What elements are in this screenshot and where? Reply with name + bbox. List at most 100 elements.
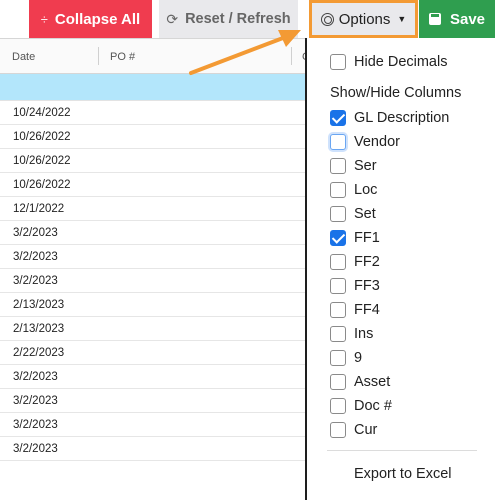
column-option-label: Ser (354, 158, 377, 174)
grid-header: Date PO # G (0, 38, 306, 74)
collapse-all-button[interactable]: ÷ Collapse All (29, 0, 152, 38)
column-checkbox[interactable] (330, 134, 346, 150)
column-option-label: Vendor (354, 134, 400, 150)
date-cell: 10/26/2022 (13, 130, 71, 143)
column-option-label: Cur (354, 422, 378, 438)
column-checkbox[interactable] (330, 302, 346, 318)
table-row[interactable]: 3/2/2023 (0, 389, 306, 413)
date-cell: 10/26/2022 (13, 154, 71, 167)
column-checkbox[interactable] (330, 350, 346, 366)
target-icon (320, 12, 334, 26)
column-separator[interactable] (98, 47, 99, 65)
date-cell: 3/2/2023 (13, 418, 58, 431)
hide-decimals-label: Hide Decimals (354, 54, 448, 70)
column-option-gl-description[interactable]: GL Description (330, 109, 449, 127)
table-row[interactable]: 3/2/2023 (0, 221, 306, 245)
column-checkbox[interactable] (330, 230, 346, 246)
table-row[interactable]: 10/26/2022 (0, 173, 306, 197)
save-icon (428, 13, 441, 25)
table-row[interactable]: 2/13/2023 (0, 317, 306, 341)
date-cell: 2/22/2023 (13, 346, 65, 359)
column-option-asset[interactable]: Asset (330, 373, 390, 391)
column-checkbox[interactable] (330, 374, 346, 390)
save-button[interactable]: Save (419, 0, 495, 38)
toolbar: ÷ Collapse All ⟳ Reset / Refresh Options… (0, 0, 499, 38)
export-to-excel-option[interactable]: Export to Excel (354, 466, 452, 482)
column-checkbox[interactable] (330, 182, 346, 198)
options-button[interactable]: Options ▼ (309, 0, 418, 38)
column-header-po[interactable]: PO # (110, 51, 135, 63)
table-row[interactable]: 3/2/2023 (0, 365, 306, 389)
table-row[interactable]: 3/2/2023 (0, 413, 306, 437)
grid-rows: 10/24/2022 10/26/2022 10/26/2022 10/26/2022… (0, 101, 306, 461)
column-checkbox[interactable] (330, 254, 346, 270)
save-label: Save (449, 10, 486, 28)
data-grid: Date PO # G 10/24/2022 10/26/2022 10/26/20… (0, 38, 306, 500)
column-checkbox[interactable] (330, 398, 346, 414)
column-checkbox[interactable] (330, 422, 346, 438)
hide-decimals-option[interactable]: Hide Decimals (330, 53, 447, 71)
column-option-label: FF1 (354, 230, 380, 246)
column-option-label: Asset (354, 374, 391, 390)
show-hide-columns-heading: Show/Hide Columns (330, 85, 462, 101)
column-option-label: FF4 (354, 302, 380, 318)
column-option-set[interactable]: Set (330, 205, 376, 223)
column-option-doc[interactable]: Doc # (330, 397, 392, 415)
date-cell: 2/13/2023 (13, 322, 65, 335)
table-row[interactable]: 12/1/2022 (0, 197, 306, 221)
selected-row[interactable] (0, 74, 306, 101)
table-row[interactable]: 10/26/2022 (0, 125, 306, 149)
date-cell: 3/2/2023 (13, 250, 58, 263)
refresh-icon: ⟳ (166, 10, 179, 27)
date-cell: 12/1/2022 (13, 202, 65, 215)
options-dropdown: Hide Decimals Show/Hide Columns GL Descr… (307, 38, 499, 500)
caret-down-icon: ▼ (397, 14, 407, 24)
column-option-label: Ins (354, 326, 374, 342)
column-option-ff4[interactable]: FF4 (330, 301, 380, 319)
table-row[interactable]: 10/24/2022 (0, 101, 306, 125)
collapse-icon: ÷ (40, 11, 48, 27)
reset-refresh-button[interactable]: ⟳ Reset / Refresh (159, 0, 298, 38)
date-cell: 3/2/2023 (13, 274, 58, 287)
column-option-ff2[interactable]: FF2 (330, 253, 380, 271)
column-checkbox[interactable] (330, 278, 346, 294)
column-option-ser[interactable]: Ser (330, 157, 377, 175)
column-option-vendor[interactable]: Vendor (330, 133, 400, 151)
column-option-label: GL Description (354, 110, 450, 126)
options-label: Options (338, 10, 391, 28)
column-header-date[interactable]: Date (12, 51, 35, 63)
column-checkbox[interactable] (330, 326, 346, 342)
date-cell: 3/2/2023 (13, 226, 58, 239)
column-option-loc[interactable]: Loc (330, 181, 377, 199)
table-row[interactable]: 3/2/2023 (0, 437, 306, 461)
table-row[interactable]: 3/2/2023 (0, 269, 306, 293)
column-option-cur[interactable]: Cur (330, 421, 377, 439)
column-option-label: 9 (354, 350, 363, 366)
hide-decimals-checkbox[interactable] (330, 54, 346, 70)
column-option-ff3[interactable]: FF3 (330, 277, 380, 295)
column-option-label: Doc # (354, 398, 392, 414)
table-row[interactable]: 10/26/2022 (0, 149, 306, 173)
date-cell: 3/2/2023 (13, 442, 58, 455)
column-separator[interactable] (291, 47, 292, 65)
date-cell: 10/24/2022 (13, 106, 71, 119)
date-cell: 3/2/2023 (13, 370, 58, 383)
column-option-label: Set (354, 206, 376, 222)
table-row[interactable]: 3/2/2023 (0, 245, 306, 269)
column-option-label: FF3 (354, 278, 380, 294)
column-checkbox[interactable] (330, 206, 346, 222)
date-cell: 2/13/2023 (13, 298, 65, 311)
column-checkbox[interactable] (330, 110, 346, 126)
column-checkbox[interactable] (330, 158, 346, 174)
collapse-all-label: Collapse All (54, 10, 141, 28)
table-row[interactable]: 2/22/2023 (0, 341, 306, 365)
column-option-ff1[interactable]: FF1 (330, 229, 380, 247)
column-option-ins[interactable]: Ins (330, 325, 373, 343)
column-option-label: Loc (354, 182, 378, 198)
menu-divider (327, 450, 477, 451)
column-option-label: FF2 (354, 254, 380, 270)
table-row[interactable]: 2/13/2023 (0, 293, 306, 317)
date-cell: 10/26/2022 (13, 178, 71, 191)
reset-refresh-label: Reset / Refresh (185, 11, 291, 27)
column-option-9[interactable]: 9 (330, 349, 362, 367)
